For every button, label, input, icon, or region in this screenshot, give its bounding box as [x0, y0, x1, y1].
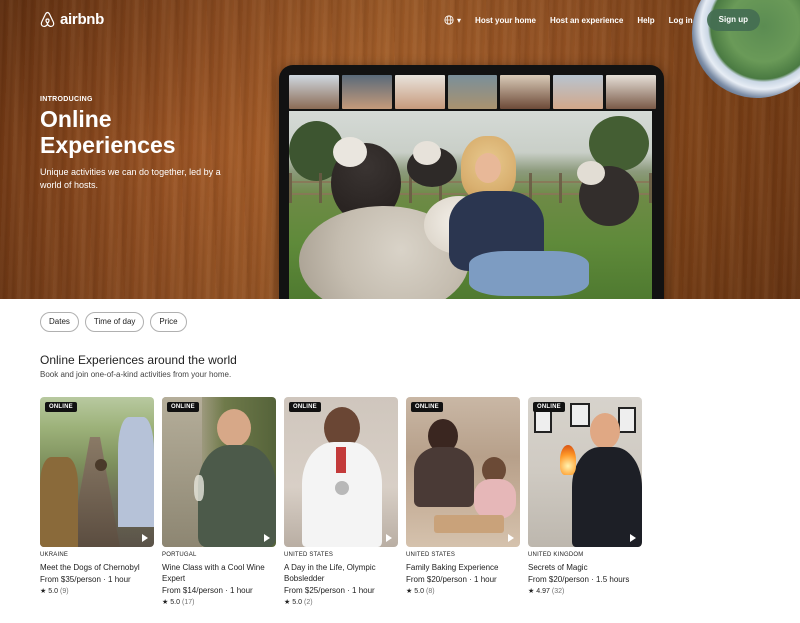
review-count: (9): [60, 587, 69, 595]
review-count: (32): [551, 587, 565, 595]
participant-thumbnail: [289, 75, 339, 109]
card-image[interactable]: ONLINE: [528, 397, 642, 547]
online-badge: ONLINE: [45, 402, 77, 412]
tablet-video-call-image: [279, 65, 664, 299]
hero-banner: airbnb ▾ Host your home Host an experien…: [0, 0, 800, 299]
online-badge: ONLINE: [411, 402, 443, 412]
card-rating: ★ 5.0 (9): [40, 587, 154, 596]
experience-card-wine-class[interactable]: ONLINE PORTUGAL Wine Class with a Cool W…: [162, 397, 276, 606]
hero-subtitle: Unique activities we can do together, le…: [40, 167, 221, 190]
card-image[interactable]: ONLINE: [40, 397, 154, 547]
participant-thumbnail: [553, 75, 604, 109]
star-icon: ★: [284, 599, 291, 606]
rating-value: 5.0: [414, 587, 425, 595]
experience-card-chernobyl[interactable]: ONLINE UKRAINE Meet the Dogs of Chernoby…: [40, 397, 154, 606]
card-country: UNITED KINGDOM: [528, 552, 584, 558]
card-price: From $25/person · 1 hour: [284, 586, 375, 595]
nav-links: ▾ Host your home Host an experience Help…: [444, 9, 760, 31]
rating-value: 4.97: [536, 587, 550, 595]
help-link[interactable]: Help: [637, 16, 654, 25]
airbnb-logo-icon: [40, 11, 55, 28]
section-title: Online Experiences around the world: [40, 353, 237, 367]
play-icon: [142, 534, 148, 542]
card-title[interactable]: Secrets of Magic: [528, 562, 642, 573]
hero-eyebrow: INTRODUCING: [40, 96, 93, 103]
rating-value: 5.0: [48, 587, 59, 595]
participant-thumbnail: [341, 75, 392, 109]
card-price: From $35/person · 1 hour: [40, 575, 131, 584]
star-icon: ★: [528, 588, 535, 595]
dates-filter-button[interactable]: Dates: [40, 312, 79, 332]
globe-icon: [444, 15, 454, 25]
card-rating: ★ 4.97 (32): [528, 587, 642, 596]
airbnb-logo[interactable]: airbnb: [40, 11, 104, 28]
main-video-frame: [289, 111, 652, 299]
card-price: From $14/person · 1 hour: [162, 586, 253, 595]
card-country: UKRAINE: [40, 552, 69, 558]
online-badge: ONLINE: [533, 402, 565, 412]
host-an-experience-link[interactable]: Host an experience: [550, 16, 623, 25]
rating-value: 5.0: [292, 598, 303, 606]
card-country: UNITED STATES: [284, 552, 334, 558]
sign-up-button[interactable]: Sign up: [706, 9, 760, 31]
online-badge: ONLINE: [289, 402, 321, 412]
star-icon: ★: [406, 588, 413, 595]
experience-cards: ONLINE UKRAINE Meet the Dogs of Chernoby…: [40, 397, 642, 606]
participant-thumbnail: [394, 75, 445, 109]
participant-thumbnail: [447, 75, 498, 109]
card-title[interactable]: Meet the Dogs of Chernobyl: [40, 562, 154, 573]
filter-bar: Dates Time of day Price: [40, 312, 187, 332]
time-of-day-filter-button[interactable]: Time of day: [84, 312, 145, 332]
video-thumbnails: [289, 75, 657, 109]
play-icon: [386, 534, 392, 542]
card-image[interactable]: ONLINE: [162, 397, 276, 547]
play-icon: [508, 534, 514, 542]
play-icon: [264, 534, 270, 542]
card-title[interactable]: Wine Class with a Cool Wine Expert: [162, 562, 276, 584]
host-your-home-link[interactable]: Host your home: [475, 16, 536, 25]
card-image[interactable]: ONLINE: [284, 397, 398, 547]
card-image[interactable]: ONLINE: [406, 397, 520, 547]
participant-thumbnail: [500, 75, 551, 109]
card-rating: ★ 5.0 (17): [162, 598, 276, 607]
card-price: From $20/person · 1 hour: [406, 575, 497, 584]
section-subtitle: Book and join one-of-a-kind activities f…: [40, 370, 232, 379]
card-price: From $20/person · 1.5 hours: [528, 575, 630, 584]
log-in-link[interactable]: Log in: [669, 16, 693, 25]
star-icon: ★: [40, 588, 47, 595]
review-count: (8): [426, 587, 435, 595]
card-title[interactable]: A Day in the Life, Olympic Bobsledder: [284, 562, 398, 584]
review-count: (17): [182, 598, 195, 606]
online-badge: ONLINE: [167, 402, 199, 412]
experience-card-bobsledder[interactable]: ONLINE UNITED STATES A Day in the Life, …: [284, 397, 398, 606]
star-icon: ★: [162, 599, 169, 606]
card-rating: ★ 5.0 (2): [284, 598, 398, 607]
review-count: (2): [304, 598, 313, 606]
logo-text: airbnb: [60, 11, 105, 28]
hero-title: Online Experiences: [40, 106, 176, 158]
card-title[interactable]: Family Baking Experience: [406, 562, 520, 573]
card-country: PORTUGAL: [162, 552, 197, 558]
card-rating: ★ 5.0 (8): [406, 587, 520, 596]
language-selector[interactable]: ▾: [444, 15, 461, 25]
price-filter-button[interactable]: Price: [150, 312, 187, 332]
card-country: UNITED STATES: [406, 552, 456, 558]
experience-card-secrets-of-magic[interactable]: ONLINE UNITED KINGDOM Secrets of Magic F…: [528, 397, 642, 606]
play-icon: [630, 534, 636, 542]
chevron-down-icon: ▾: [457, 15, 462, 25]
top-nav: airbnb ▾ Host your home Host an experien…: [0, 0, 800, 40]
participant-thumbnail: [606, 75, 657, 109]
rating-value: 5.0: [170, 598, 181, 606]
experience-card-family-baking[interactable]: ONLINE UNITED STATES Family Baking Exper…: [406, 397, 520, 606]
